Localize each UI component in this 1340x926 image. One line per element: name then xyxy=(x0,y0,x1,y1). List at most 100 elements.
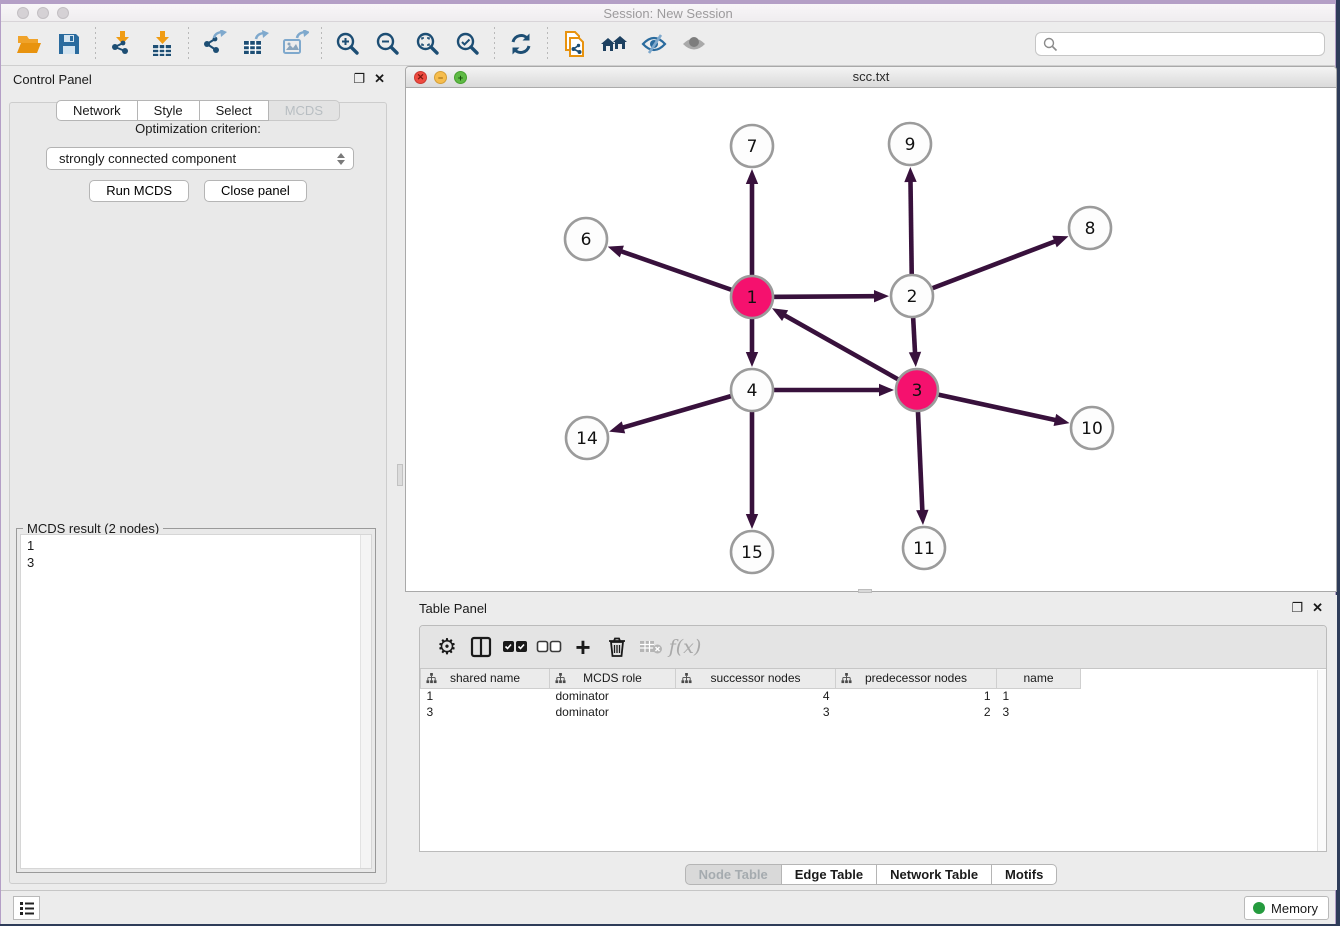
create-column-icon[interactable]: + xyxy=(566,632,600,662)
select-all-columns-icon[interactable] xyxy=(498,632,532,662)
open-session-icon[interactable] xyxy=(14,29,44,59)
column-header-name[interactable]: name xyxy=(997,669,1081,688)
table-panel-close-icon[interactable]: ✕ xyxy=(1312,600,1323,616)
column-header-successor-nodes[interactable]: successor nodes xyxy=(676,669,836,688)
graph-edge-arrowhead xyxy=(1054,414,1070,426)
tab-network[interactable]: Network xyxy=(56,100,138,121)
import-network-icon[interactable] xyxy=(107,29,137,59)
table-scrollbar[interactable] xyxy=(1317,670,1326,851)
graph-edge-arrowhead xyxy=(746,514,758,529)
refresh-style-icon[interactable] xyxy=(506,29,536,59)
graph-node-label: 10 xyxy=(1081,419,1103,439)
home-icon[interactable] xyxy=(599,29,629,59)
control-panel-close-icon[interactable]: ✕ xyxy=(374,71,385,87)
graph-edge-arrowhead xyxy=(909,352,921,367)
control-panel-tabs: Network Style Select MCDS xyxy=(1,100,395,121)
graph-edge-2-8[interactable] xyxy=(912,241,1056,296)
table-panel: Table Panel ❐ ✕ ⚙ xyxy=(405,595,1337,890)
table-panel-float-icon[interactable]: ❐ xyxy=(1291,600,1303,616)
tab-mcds[interactable]: MCDS xyxy=(269,100,340,121)
toolbar-separator xyxy=(494,27,495,61)
search-icon xyxy=(1043,37,1058,52)
tab-style[interactable]: Style xyxy=(138,100,200,121)
toolbar-separator xyxy=(188,27,189,61)
zoom-selected-icon[interactable] xyxy=(453,29,483,59)
table-header-row: shared name MCDS role successor nodes xyxy=(421,669,1081,688)
show-columns-icon[interactable] xyxy=(464,632,498,662)
app-window: Session: New Session xyxy=(0,0,1336,924)
column-header-shared-name[interactable]: shared name xyxy=(421,669,550,688)
result-item[interactable]: 3 xyxy=(27,554,371,571)
graph-edge-arrowhead xyxy=(609,421,625,433)
memory-button[interactable]: Memory xyxy=(1244,896,1329,920)
criterion-select[interactable]: strongly connected component xyxy=(46,147,354,170)
control-panel: Control Panel ❐ ✕ Network Style Select M… xyxy=(1,66,395,888)
table-settings-gear-icon[interactable]: ⚙ xyxy=(430,632,464,662)
graph-node-label: 11 xyxy=(913,539,935,559)
tab-network-table[interactable]: Network Table xyxy=(877,864,992,885)
hierarchy-icon xyxy=(555,673,566,687)
table-row[interactable]: 3 dominator 3 2 3 xyxy=(421,704,1081,720)
graph-node-label: 4 xyxy=(747,381,758,401)
unselect-all-columns-icon[interactable] xyxy=(532,632,566,662)
window-title: Session: New Session xyxy=(1,6,1335,21)
network-graph[interactable]: 7968124314101511 xyxy=(406,88,1336,591)
delete-table-icon xyxy=(634,632,668,662)
run-mcds-button[interactable]: Run MCDS xyxy=(89,180,189,202)
function-builder-icon: f(x) xyxy=(668,632,702,662)
zoom-in-icon[interactable] xyxy=(333,29,363,59)
search-field xyxy=(1035,32,1325,56)
graph-edge-arrowhead xyxy=(879,384,894,396)
zoom-out-icon[interactable] xyxy=(373,29,403,59)
toolbar-separator xyxy=(547,27,548,61)
graph-edge-arrowhead xyxy=(1052,236,1068,248)
graph-edge-arrowhead xyxy=(746,169,758,184)
export-network-icon[interactable] xyxy=(200,29,230,59)
graph-node-label: 15 xyxy=(741,543,763,563)
toolbar-separator xyxy=(95,27,96,61)
network-minimize-icon[interactable]: − xyxy=(434,71,447,84)
result-scrollbar[interactable] xyxy=(360,535,371,868)
network-close-icon[interactable]: ✕ xyxy=(414,71,427,84)
zoom-fit-icon[interactable] xyxy=(413,29,443,59)
graph-edge-arrowhead xyxy=(608,246,624,258)
mcds-result-list[interactable]: 1 3 xyxy=(20,534,372,869)
vertical-splitter[interactable] xyxy=(395,66,405,888)
graph-node-label: 6 xyxy=(581,230,592,250)
clone-network-icon[interactable] xyxy=(559,29,589,59)
tab-edge-table[interactable]: Edge Table xyxy=(782,864,877,885)
memory-label: Memory xyxy=(1271,901,1318,916)
hide-unselected-icon[interactable] xyxy=(639,29,669,59)
network-view-window: ✕ − + scc.txt 7968124314101511 xyxy=(405,66,1337,592)
hierarchy-icon xyxy=(681,673,692,687)
table-row[interactable]: 1 dominator 4 1 1 xyxy=(421,688,1081,704)
graph-edge-3-1[interactable] xyxy=(783,315,917,390)
save-session-icon[interactable] xyxy=(54,29,84,59)
column-header-mcds-role[interactable]: MCDS role xyxy=(550,669,676,688)
result-item[interactable]: 1 xyxy=(27,537,371,554)
search-input[interactable] xyxy=(1062,34,1324,54)
control-panel-float-icon[interactable]: ❐ xyxy=(353,71,365,87)
status-bar: Memory xyxy=(1,890,1335,924)
splitter-grip[interactable] xyxy=(397,464,403,486)
close-panel-button[interactable]: Close panel xyxy=(204,180,307,202)
tab-select[interactable]: Select xyxy=(200,100,269,121)
tab-node-table[interactable]: Node Table xyxy=(685,864,782,885)
import-table-icon[interactable] xyxy=(147,29,177,59)
delete-column-icon[interactable] xyxy=(600,632,634,662)
graph-node-label: 8 xyxy=(1085,219,1096,239)
node-table-container: ⚙ + f xyxy=(419,625,1327,852)
task-history-button[interactable] xyxy=(13,896,40,920)
graph-node-label: 2 xyxy=(907,287,918,307)
graph-edge-arrowhead xyxy=(746,352,758,367)
table-panel-tabs: Node Table Edge Table Network Table Moti… xyxy=(405,864,1337,885)
horizontal-splitter-grip[interactable] xyxy=(858,589,872,593)
tab-motifs[interactable]: Motifs xyxy=(992,864,1057,885)
export-table-icon[interactable] xyxy=(240,29,270,59)
network-canvas[interactable]: 7968124314101511 xyxy=(406,88,1336,591)
export-image-icon[interactable] xyxy=(280,29,310,59)
network-maximize-icon[interactable]: + xyxy=(454,71,467,84)
criterion-value: strongly connected component xyxy=(59,151,337,166)
column-header-predecessor-nodes[interactable]: predecessor nodes xyxy=(836,669,997,688)
show-all-icon[interactable] xyxy=(679,29,709,59)
